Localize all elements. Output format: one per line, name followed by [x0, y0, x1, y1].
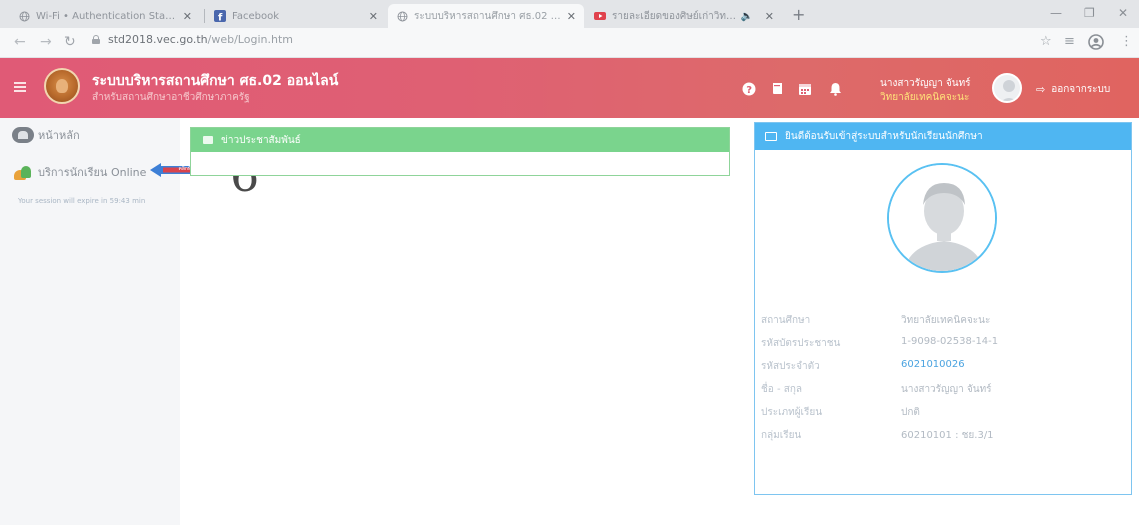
browser-tab-wifi[interactable]: Wi-Fi • Authentication Status ✕: [10, 4, 200, 28]
browser-tab-youtube[interactable]: รายละเอียดของศิษย์เก่าวิทยาลัย 🔈 ✕: [586, 4, 782, 28]
book-icon[interactable]: [770, 82, 784, 96]
avatar[interactable]: [992, 73, 1022, 103]
info-row-name: ชื่อ - สกุล นางสาวรัญญา จันทร์: [761, 382, 1121, 397]
hamburger-icon[interactable]: [14, 82, 26, 92]
news-panel-title: ข่าวประชาสัมพันธ์: [221, 134, 301, 146]
profile-icon[interactable]: [1088, 34, 1104, 54]
logout-icon: ⇨: [1036, 83, 1046, 96]
app-header: ระบบบริหารสถานศึกษา ศธ.02 ออนไลน์ สำหรับ…: [0, 58, 1139, 118]
tab-title: ระบบบริหารสถานศึกษา ศธ.02 ออนไล: [414, 10, 561, 22]
globe-icon: [18, 10, 30, 22]
reload-button[interactable]: ↻: [64, 34, 76, 50]
logo: [44, 68, 80, 104]
home-icon: [12, 127, 34, 143]
info-label: สถานศึกษา: [761, 315, 811, 326]
app-title: ระบบบริหารสถานศึกษา ศธ.02 ออนไลน์: [92, 73, 339, 89]
menu-icon[interactable]: ⋮: [1120, 34, 1133, 49]
info-label: ประเภทผู้เรียน: [761, 407, 823, 418]
close-icon[interactable]: ✕: [567, 10, 576, 23]
profile-card-title: ยินดีต้อนรับเข้าสู่ระบบสำหรับนักเรียนนัก…: [785, 131, 983, 142]
reading-list-icon[interactable]: ≡: [1064, 34, 1075, 49]
back-button[interactable]: ←: [14, 34, 26, 50]
bell-icon[interactable]: [828, 82, 842, 96]
browser-tab-strip: Wi-Fi • Authentication Status ✕ f Facebo…: [0, 0, 1139, 28]
browser-tab-active[interactable]: ระบบบริหารสถานศึกษา ศธ.02 ออนไล ✕: [388, 4, 584, 28]
browser-tab-facebook[interactable]: f Facebook ✕: [206, 4, 386, 28]
info-label: กลุ่มเรียน: [761, 430, 802, 441]
close-icon[interactable]: ✕: [765, 10, 774, 23]
info-value: วิทยาลัยเทคนิคจะนะ: [901, 315, 991, 326]
lock-icon: [92, 35, 100, 44]
info-row-college: สถานศึกษา วิทยาลัยเทคนิคจะนะ: [761, 313, 1121, 328]
url-path: /web/Login.htm: [207, 33, 293, 46]
info-row-student-id: รหัสประจำตัว 6021010026: [761, 359, 1121, 374]
tab-title: Wi-Fi • Authentication Status: [36, 10, 177, 22]
address-bar[interactable]: std2018.vec.go.th /web/Login.htm: [92, 33, 293, 46]
facebook-icon: f: [214, 10, 226, 22]
info-value: 1-9098-02538-14-1: [901, 336, 999, 347]
info-label: ชื่อ - สกุล: [761, 384, 803, 395]
info-value: ปกติ: [901, 407, 920, 418]
close-icon[interactable]: ✕: [183, 10, 192, 23]
url-host: std2018.vec.go.th: [108, 33, 208, 46]
app-subtitle: สำหรับสถานศึกษาอาชีวศึกษาภาครัฐ: [92, 92, 250, 103]
speaker-icon[interactable]: 🔈: [741, 10, 753, 22]
forward-button[interactable]: →: [40, 34, 52, 50]
tab-title: รายละเอียดของศิษย์เก่าวิทยาลัย: [612, 10, 737, 22]
info-row-national-id: รหัสบัตรประชาชน 1-9098-02538-14-1: [761, 336, 1121, 351]
info-value: 60210101 : ชย.3/1: [901, 430, 994, 441]
student-photo: [887, 163, 997, 273]
star-icon[interactable]: ☆: [1040, 34, 1052, 49]
svg-text:f: f: [218, 13, 223, 23]
info-value: 6021010026: [901, 359, 965, 370]
info-row-class-group: กลุ่มเรียน 60210101 : ชย.3/1: [761, 428, 1121, 443]
sidebar-item-label: หน้าหลัก: [38, 129, 80, 142]
user-name[interactable]: นางสาวรัญญา จันทร์: [880, 76, 971, 91]
student-service-icon: [12, 164, 34, 180]
sidebar-item-label: บริการนักเรียน Online: [38, 166, 147, 179]
news-panel-header: ข่าวประชาสัมพันธ์: [191, 128, 729, 152]
info-label: รหัสประจำตัว: [761, 361, 820, 372]
svg-text:?: ?: [746, 85, 752, 96]
user-college: วิทยาลัยเทคนิคจะนะ: [880, 92, 970, 103]
profile-card-header: ยินดีต้อนรับเข้าสู่ระบบสำหรับนักเรียนนัก…: [755, 123, 1131, 150]
logout-label: ออกจากระบบ: [1051, 84, 1111, 95]
sidebar: หน้าหลัก บริการนักเรียน Online Your sess…: [0, 118, 180, 525]
info-value: นางสาวรัญญา จันทร์: [901, 384, 992, 395]
close-icon[interactable]: ✕: [369, 10, 378, 23]
calendar-icon[interactable]: [798, 82, 812, 96]
close-window-button[interactable]: ✕: [1118, 6, 1128, 20]
globe-icon: [396, 10, 408, 22]
maximize-button[interactable]: ❐: [1084, 6, 1095, 20]
news-panel: ข่าวประชาสัมพันธ์: [190, 127, 730, 176]
tab-title: Facebook: [232, 10, 279, 22]
youtube-icon: [594, 10, 606, 22]
info-row-student-type: ประเภทผู้เรียน ปกติ: [761, 405, 1121, 420]
profile-card: ยินดีต้อนรับเข้าสู่ระบบสำหรับนักเรียนนัก…: [754, 122, 1132, 495]
sidebar-item-student-online[interactable]: บริการนักเรียน Online: [12, 163, 146, 181]
info-label: รหัสบัตรประชาชน: [761, 338, 841, 349]
newspaper-icon: [203, 136, 213, 144]
id-card-icon: [765, 132, 777, 141]
help-icon[interactable]: ?: [742, 82, 756, 96]
new-tab-button[interactable]: +: [792, 5, 805, 24]
session-timer-text: Your session will expire in 59:43 min: [18, 197, 146, 205]
tab-separator: [204, 9, 205, 23]
logout-button[interactable]: ⇨ ออกจากระบบ: [1036, 82, 1110, 97]
sidebar-item-home[interactable]: หน้าหลัก: [12, 126, 80, 144]
minimize-button[interactable]: —: [1050, 6, 1062, 20]
browser-toolbar: ← → ↻ std2018.vec.go.th /web/Login.htm ☆…: [0, 28, 1139, 58]
